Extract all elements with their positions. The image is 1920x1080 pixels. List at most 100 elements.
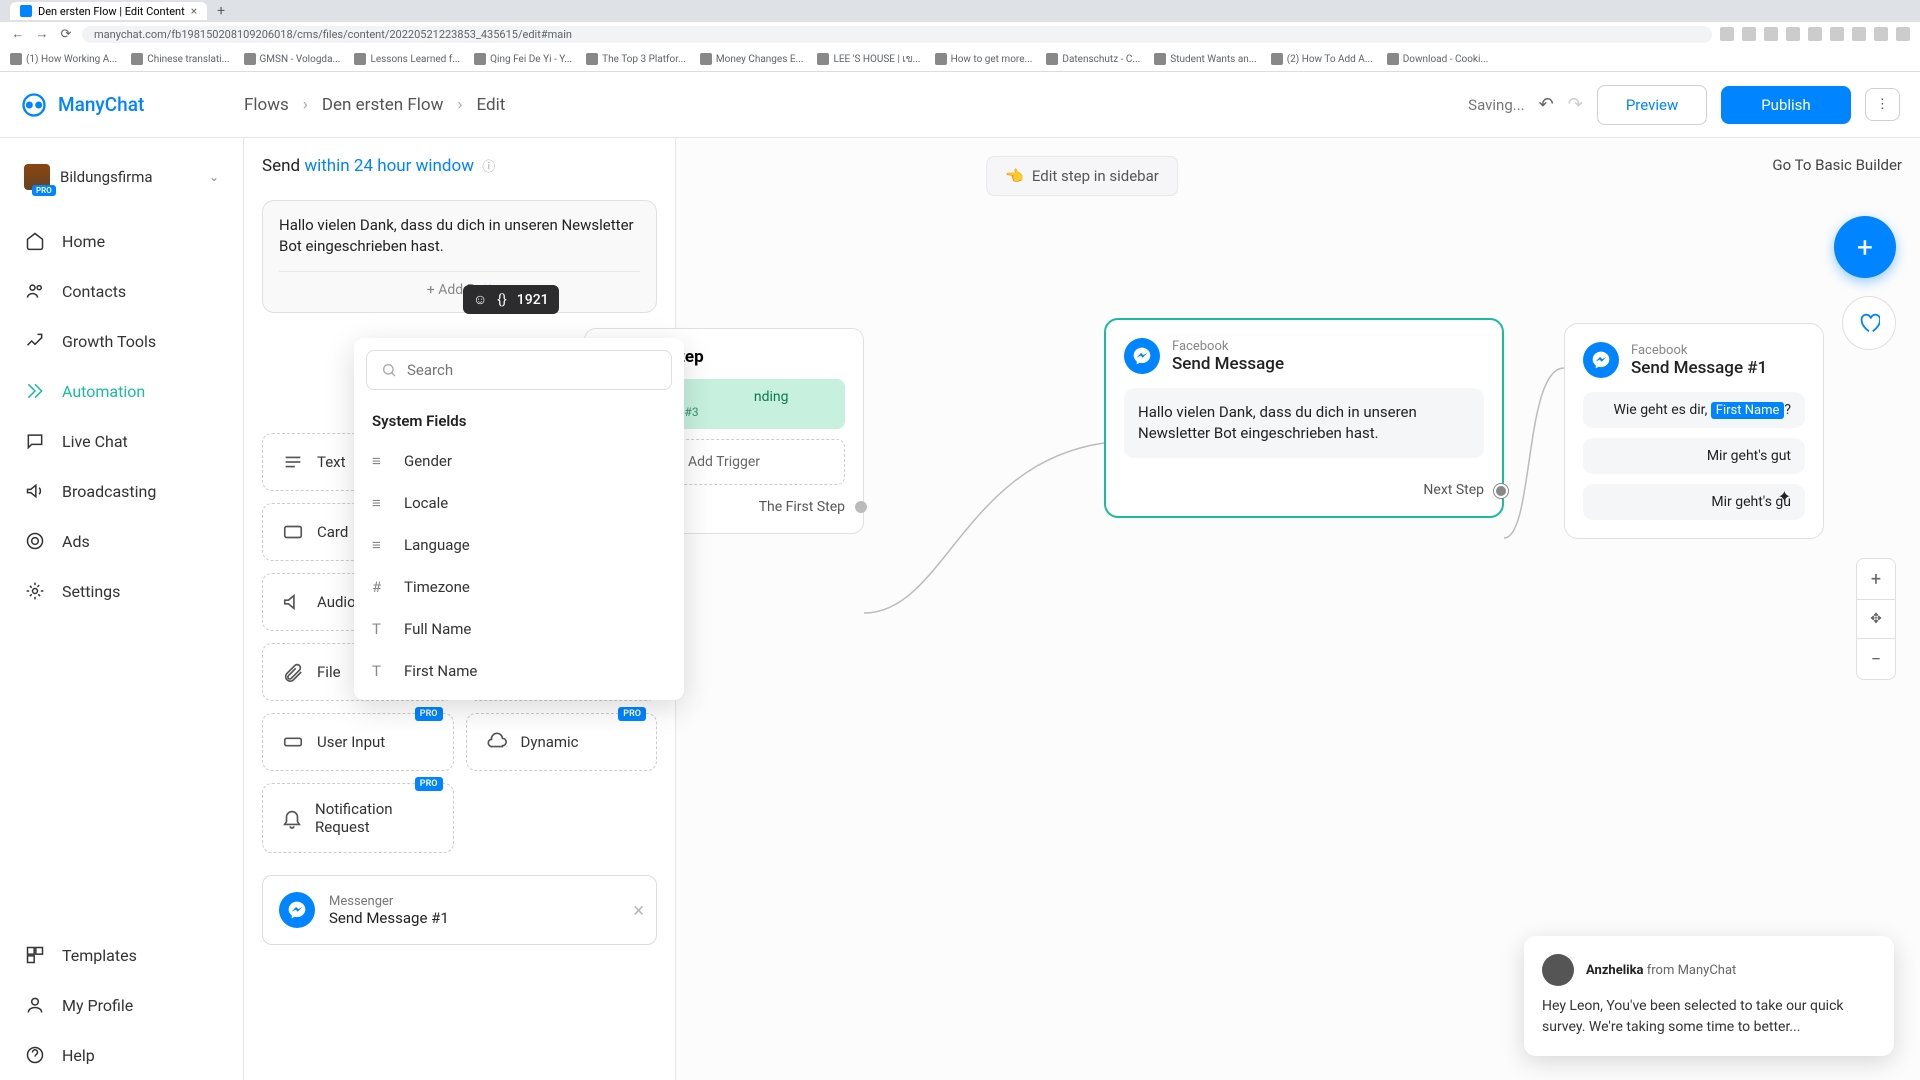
list-icon: ≡ [372,536,390,554]
bookmark-item[interactable]: The Top 3 Platfor... [586,53,686,65]
header-right: Saving... ↶ ↷ Preview Publish ⋮ [1468,85,1900,125]
variable-button[interactable]: {} [497,292,506,308]
bookmark-item[interactable]: Qing Fei De Yi - Y... [474,53,572,65]
tab-title: Den ersten Flow | Edit Content [38,5,185,18]
sidebar: PRO Bildungsfirma ⌄ Home Contacts Growth… [0,138,244,1080]
close-icon[interactable]: × [633,898,644,922]
node-port[interactable] [1494,484,1508,498]
text-icon [281,450,305,474]
forward-button[interactable]: → [34,26,50,42]
field-item-fullname[interactable]: TFull Name [354,608,684,650]
preview-button[interactable]: Preview [1597,85,1707,125]
survey-avatar [1542,954,1574,986]
broadcast-icon [24,480,46,502]
add-step-fab[interactable]: + [1834,216,1896,278]
block-dynamic[interactable]: PRODynamic [466,713,658,771]
field-search-wrapper[interactable] [366,350,672,390]
sidebar-item-help[interactable]: Help [0,1030,243,1080]
publish-button[interactable]: Publish [1721,86,1850,124]
bookmark-item[interactable]: Chinese translati... [131,53,229,65]
zoom-fit-button[interactable]: ✥ [1857,599,1895,639]
reload-button[interactable]: ⟳ [58,26,74,42]
field-search-input[interactable] [407,361,657,379]
info-icon[interactable]: ⓘ [482,160,495,175]
crumb-flow-name[interactable]: Den ersten Flow [322,95,444,115]
account-selector[interactable]: PRO Bildungsfirma ⌄ [18,158,225,196]
ext-icon[interactable] [1764,27,1778,41]
sidebar-item-ads[interactable]: Ads [0,516,243,566]
breadcrumbs: Flows › Den ersten Flow › Edit [244,95,505,115]
sidebar-item-contacts[interactable]: Contacts [0,266,243,316]
new-tab-button[interactable]: + [217,3,225,19]
next-step-title: Send Message #1 [329,909,449,927]
next-step-card[interactable]: Messenger Send Message #1 × [262,875,657,945]
bookmark-item[interactable]: Download - Cooki... [1387,53,1489,65]
ext-icon[interactable] [1786,27,1800,41]
ads-icon [24,530,46,552]
sidebar-item-home[interactable]: Home [0,216,243,266]
bookmark-item[interactable]: GMSN - Vologda... [244,53,341,65]
bookmark-item[interactable]: Datenschutz - C... [1046,53,1140,65]
hash-icon: # [372,578,390,596]
field-item-locale[interactable]: ≡Locale [354,482,684,524]
emoji-button[interactable]: ☺ [473,291,487,308]
send-window-link[interactable]: within 24 hour window [304,156,474,176]
goto-basic-builder-link[interactable]: Go To Basic Builder [1772,156,1902,174]
favorite-fab[interactable] [1842,296,1896,350]
nav-row: ← → ⟳ manychat.com/fb198150208109206018/… [0,22,1920,46]
bookmark-item[interactable]: Student Wants an... [1154,53,1256,65]
block-user-input[interactable]: PROUser Input [262,713,454,771]
message-block[interactable]: Hallo vielen Dank, dass du dich in unser… [262,200,657,313]
survey-popup[interactable]: Anzhelika from ManyChat Hey Leon, You've… [1524,936,1894,1056]
ext-icon[interactable] [1852,27,1866,41]
field-item-timezone[interactable]: #Timezone [354,566,684,608]
sidebar-item-livechat[interactable]: Live Chat [0,416,243,466]
add-button-row[interactable]: + Add Butt [279,271,640,298]
bookmark-item[interactable]: How to get more... [935,53,1033,65]
ext-icon[interactable] [1742,27,1756,41]
bookmark-item[interactable]: Money Changes E... [700,53,804,65]
sidebar-item-profile[interactable]: My Profile [0,980,243,1030]
logo-area[interactable]: ManyChat [20,91,244,119]
bookmark-item[interactable]: LEE 'S HOUSE | เข... [817,52,920,67]
tab-close-icon[interactable]: × [191,4,197,18]
sidebar-item-growth[interactable]: Growth Tools [0,316,243,366]
messenger-icon [279,892,315,928]
node-port[interactable] [855,501,867,513]
undo-button[interactable]: ↶ [1539,94,1554,115]
field-item-gender[interactable]: ≡Gender [354,440,684,482]
sidebar-item-settings[interactable]: Settings [0,566,243,616]
ext-icon[interactable] [1874,27,1888,41]
node-message-preview: Wie geht es dir, First Name? [1583,392,1805,428]
message-text[interactable]: Hallo vielen Dank, dass du dich in unser… [279,215,640,257]
back-button[interactable]: ← [10,26,26,42]
edit-step-sidebar-button[interactable]: 👈 Edit step in sidebar [986,156,1178,196]
bell-icon [281,806,303,830]
file-icon [281,660,305,684]
zoom-out-button[interactable]: − [1857,639,1895,679]
crumb-flows[interactable]: Flows [244,95,289,115]
field-item-firstname[interactable]: TFirst Name [354,650,684,692]
bookmark-item[interactable]: Lessons Learned f... [354,53,460,65]
block-notification-request[interactable]: PRONotification Request [262,783,454,853]
browser-tab[interactable]: Den ersten Flow | Edit Content × [10,2,207,20]
ext-icon[interactable] [1720,27,1734,41]
bookmark-item[interactable]: (1) How Working A... [10,53,117,65]
ext-icon[interactable] [1808,27,1822,41]
ext-icon[interactable] [1896,27,1910,41]
send-message-node[interactable]: Facebook Send Message Hallo vielen Dank,… [1104,318,1504,518]
url-text: manychat.com/fb198150208109206018/cms/fi… [94,28,572,41]
zoom-in-button[interactable]: + [1857,559,1895,599]
sidebar-item-automation[interactable]: Automation [0,366,243,416]
url-bar[interactable]: manychat.com/fb198150208109206018/cms/fi… [82,26,1712,43]
field-item-language[interactable]: ≡Language [354,524,684,566]
survey-body: Hey Leon, You've been selected to take o… [1542,996,1876,1038]
send-message-1-node[interactable]: Facebook Send Message #1 Wie geht es dir… [1564,323,1824,539]
more-menu-button[interactable]: ⋮ [1865,88,1900,121]
redo-button: ↷ [1568,94,1583,115]
sidebar-item-templates[interactable]: Templates [0,930,243,980]
bookmark-item[interactable]: (2) How To Add A... [1271,53,1373,65]
flow-canvas[interactable]: 👈 Edit step in sidebar Go To Basic Build… [244,138,1920,1080]
sidebar-item-broadcasting[interactable]: Broadcasting [0,466,243,516]
ext-icon[interactable] [1830,27,1844,41]
